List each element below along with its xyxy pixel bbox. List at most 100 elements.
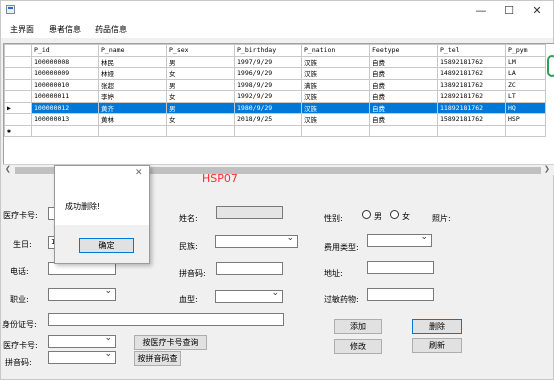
col-header-p-pym[interactable]: P_pym xyxy=(505,44,546,57)
col-header-p-tel[interactable]: P_tel xyxy=(437,44,506,57)
query-by-card-button[interactable]: 按医疗卡号查询 xyxy=(134,335,207,350)
table-cell[interactable]: 100000008 xyxy=(31,55,99,68)
dialog-close-icon[interactable]: ✕ xyxy=(135,168,143,178)
table-cell[interactable]: 男 xyxy=(166,55,235,68)
table-row[interactable]: 100000013 黄林女 2018/9/25 汉族 自费 15892181762 HSP xyxy=(4,113,546,126)
table-row[interactable]: ▶ 100000012 黄齐男 1980/9/29 汉族 自费 11892181762 HQ xyxy=(4,101,546,114)
table-cell[interactable]: 林娅 xyxy=(98,67,167,80)
table-cell[interactable]: 女 xyxy=(166,113,235,126)
table-cell[interactable]: 100000009 xyxy=(31,67,99,80)
table-cell[interactable]: 自费 xyxy=(369,55,438,68)
table-cell[interactable]: 14892181762 xyxy=(437,67,506,80)
table-cell[interactable]: 1998/9/29 xyxy=(234,78,302,91)
table-cell[interactable]: 自费 xyxy=(369,67,438,80)
table-cell[interactable]: 自费 xyxy=(369,90,438,103)
query-by-pinyin-button[interactable]: 按拼音码查 xyxy=(134,351,181,366)
table-row[interactable]: 100000008 林民男 1997/9/29 汉族 自费 15892181762 LM xyxy=(4,55,546,68)
table-cell[interactable]: 汉族 xyxy=(301,55,370,68)
table-cell[interactable]: 100000013 xyxy=(31,113,99,126)
close-button[interactable]: ✕ xyxy=(523,2,551,19)
table-cell[interactable]: 汉族 xyxy=(301,113,370,126)
table-cell[interactable]: 100000011 xyxy=(31,90,99,103)
nation-select[interactable] xyxy=(215,233,298,248)
col-header-feetype[interactable]: Feetype xyxy=(369,44,438,57)
table-cell[interactable]: 100000012 xyxy=(31,101,99,114)
table-cell[interactable]: 林民 xyxy=(98,55,167,68)
row-header-cell[interactable] xyxy=(4,67,32,80)
table-cell[interactable]: 自费 xyxy=(369,113,438,126)
row-header-cell[interactable] xyxy=(4,90,32,103)
row-header-cell[interactable] xyxy=(4,113,32,126)
query-pinyin-select[interactable] xyxy=(48,349,116,364)
new-row[interactable]: ✱ xyxy=(4,124,546,137)
table-cell[interactable]: LA xyxy=(505,67,546,80)
delete-button[interactable]: 删除 xyxy=(412,319,462,334)
add-button[interactable]: 添加 xyxy=(334,319,382,334)
table-cell[interactable]: 女 xyxy=(166,90,235,103)
table-cell[interactable]: 黄林 xyxy=(98,113,167,126)
row-header-cell[interactable] xyxy=(4,78,32,91)
sex-female-radio[interactable] xyxy=(390,210,399,219)
table-cell[interactable]: 15892181762 xyxy=(437,55,506,68)
table-cell[interactable]: 汉族 xyxy=(301,90,370,103)
minimize-button[interactable]: — xyxy=(467,2,495,19)
allergy-input[interactable] xyxy=(367,288,434,301)
table-cell[interactable]: 100000010 xyxy=(31,78,99,91)
maximize-button[interactable]: ☐ xyxy=(495,2,523,19)
table-cell[interactable] xyxy=(31,124,99,137)
table-cell[interactable]: 男 xyxy=(166,101,235,114)
dialog-ok-button[interactable]: 确定 xyxy=(79,238,134,253)
table-cell[interactable]: 11892181762 xyxy=(437,101,506,114)
modify-button[interactable]: 修改 xyxy=(334,339,382,354)
col-header-p-sex[interactable]: P_sex xyxy=(166,44,235,57)
table-cell[interactable] xyxy=(369,124,438,137)
table-cell[interactable]: 李婷 xyxy=(98,90,167,103)
table-row[interactable]: 100000010 张超男 1998/9/29 满族 自费 13892181762 ZC xyxy=(4,78,546,91)
row-header-cell[interactable]: ▶ xyxy=(4,101,32,114)
scroll-right-arrow-icon[interactable]: ❯ xyxy=(544,165,550,173)
table-row[interactable]: 100000011 李婷女 1992/9/29 汉族 自费 12892181762 LT xyxy=(4,90,546,103)
table-cell[interactable]: 2018/9/25 xyxy=(234,113,302,126)
table-cell[interactable]: 汉族 xyxy=(301,101,370,114)
patient-grid[interactable]: P_id P_name P_sex P_birthday P_nation Fe… xyxy=(3,43,554,175)
menu-drug[interactable]: 药品信息 xyxy=(95,24,127,35)
table-cell[interactable] xyxy=(166,124,235,137)
table-cell[interactable]: 男 xyxy=(166,78,235,91)
sex-male-radio[interactable] xyxy=(362,210,371,219)
pinyin-input[interactable] xyxy=(216,262,283,275)
table-cell[interactable]: 1980/9/29 xyxy=(234,101,302,114)
table-cell[interactable]: 13892181762 xyxy=(437,78,506,91)
table-cell[interactable]: 满族 xyxy=(301,78,370,91)
table-row[interactable]: 100000009 林娅女 1996/9/29 汉族 自费 14892181762 LA xyxy=(4,67,546,80)
menu-main[interactable]: 主界面 xyxy=(10,24,34,35)
table-cell[interactable]: 汉族 xyxy=(301,67,370,80)
table-cell[interactable]: LT xyxy=(505,90,546,103)
col-header-p-name[interactable]: P_name xyxy=(98,44,167,57)
table-cell[interactable] xyxy=(437,124,506,137)
table-cell[interactable]: 12892181762 xyxy=(437,90,506,103)
col-header-p-birthday[interactable]: P_birthday xyxy=(234,44,302,57)
refresh-button[interactable]: 刷新 xyxy=(412,338,462,353)
scroll-left-arrow-icon[interactable]: ❮ xyxy=(5,165,11,173)
idcard-input[interactable] xyxy=(48,313,284,326)
table-cell[interactable]: 黄齐 xyxy=(98,101,167,114)
table-cell[interactable]: 1996/9/29 xyxy=(234,67,302,80)
col-header-p-nation[interactable]: P_nation xyxy=(301,44,370,57)
table-cell[interactable]: 张超 xyxy=(98,78,167,91)
name-input[interactable] xyxy=(216,206,283,219)
col-header-p-id[interactable]: P_id xyxy=(31,44,99,57)
menu-patient[interactable]: 患者信息 xyxy=(49,24,81,35)
table-cell[interactable] xyxy=(98,124,167,137)
new-row-marker[interactable]: ✱ xyxy=(4,124,32,137)
row-header-cell[interactable] xyxy=(4,55,32,68)
job-select[interactable] xyxy=(48,286,116,301)
address-input[interactable] xyxy=(367,261,434,274)
table-cell[interactable] xyxy=(234,124,302,137)
table-cell[interactable]: 自费 xyxy=(369,78,438,91)
table-cell[interactable]: ZC xyxy=(505,78,546,91)
table-cell[interactable]: HSP xyxy=(505,113,546,126)
table-cell[interactable]: 1992/9/29 xyxy=(234,90,302,103)
table-cell[interactable] xyxy=(505,124,546,137)
table-cell[interactable]: HQ xyxy=(505,101,546,114)
table-cell[interactable]: 自费 xyxy=(369,101,438,114)
